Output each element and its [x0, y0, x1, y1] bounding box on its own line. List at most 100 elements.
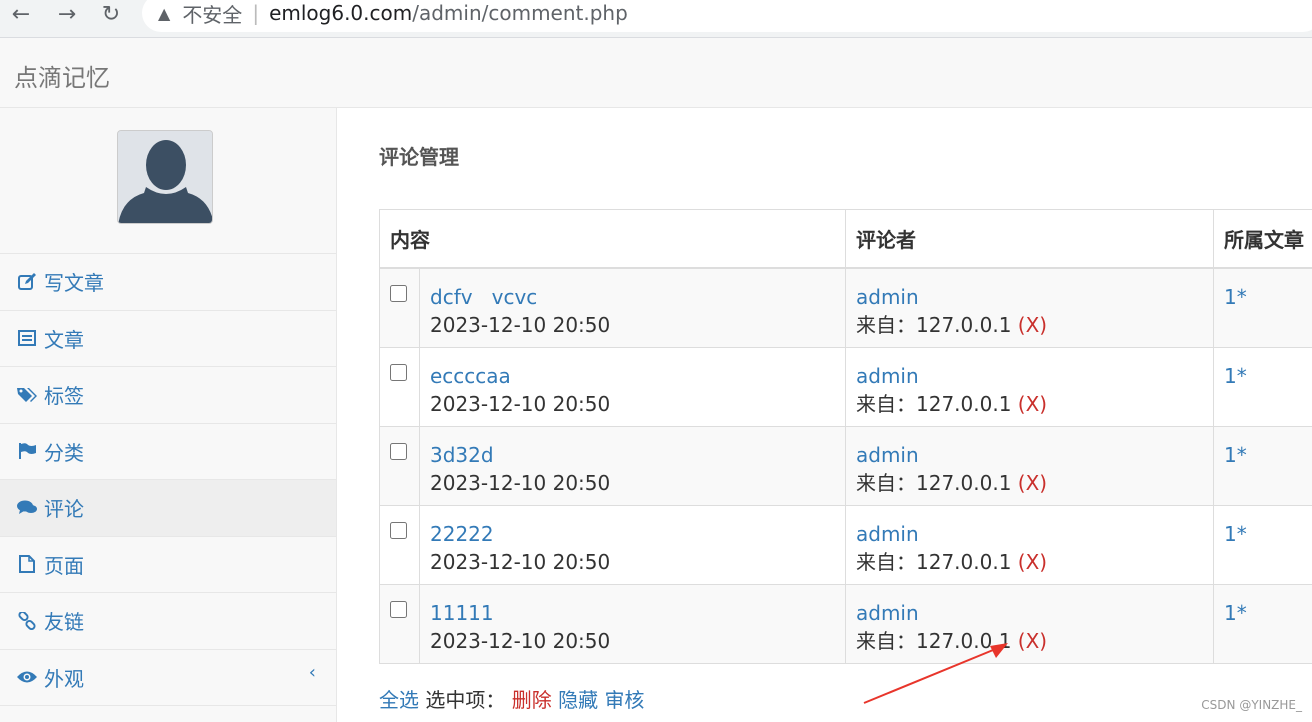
table-row: dcfv vcvc 2023-12-10 20:50 admin 来自：127.… [379, 267, 1312, 348]
table-row: 11111 2023-12-10 20:50 admin 来自：127.0.0.… [379, 584, 1312, 664]
author-link[interactable]: admin [856, 441, 1203, 469]
row-checkbox[interactable] [390, 601, 407, 618]
from-ip: 来自：127.0.0.1 [856, 313, 1018, 337]
sidebar-item-label: 写文章 [44, 271, 104, 296]
author-cell: admin 来自：127.0.0.1 (X) [845, 347, 1214, 427]
comment-date: 2023-12-10 20:50 [430, 629, 611, 653]
author-cell: admin 来自：127.0.0.1 (X) [845, 426, 1214, 506]
avatar[interactable] [117, 130, 213, 224]
comment-link[interactable]: eccccaa [430, 362, 835, 390]
tags-icon [16, 387, 38, 403]
from-ip: 来自：127.0.0.1 [856, 471, 1018, 495]
delete-ip-link[interactable]: (X) [1018, 392, 1047, 416]
table-header-row: 内容 评论者 所属文章 [379, 209, 1312, 269]
warning-icon: ▲ [158, 3, 171, 23]
from-ip: 来自：127.0.0.1 [856, 392, 1018, 416]
forward-arrow-icon[interactable]: → [52, 0, 82, 28]
author-link[interactable]: admin [856, 599, 1203, 627]
author-cell: admin 来自：127.0.0.1 (X) [845, 505, 1214, 585]
comment-date: 2023-12-10 20:50 [430, 392, 611, 416]
address-bar[interactable]: ▲ 不安全 | emlog6.0.com/admin/comment.php [142, 0, 1312, 32]
article-cell: 1* [1213, 505, 1312, 585]
main-content: 评论管理 内容 评论者 所属文章 dcfv vcvc 2023-12-10 20… [338, 108, 1312, 722]
annotation-arrow-icon [863, 643, 1008, 704]
site-brand[interactable]: 点滴记忆 [14, 58, 110, 93]
flag-icon [16, 443, 38, 460]
table-row: eccccaa 2023-12-10 20:50 admin 来自：127.0.… [379, 347, 1312, 427]
delete-ip-link[interactable]: (X) [1018, 313, 1047, 337]
insecure-label: 不安全 [182, 2, 243, 27]
approve-link[interactable]: 审核 [604, 688, 644, 712]
comments-table: 内容 评论者 所属文章 dcfv vcvc 2023-12-10 20:50 a… [379, 209, 1312, 664]
sidebar-item-label: 友链 [44, 610, 84, 635]
selected-label: 选中项： [425, 688, 506, 712]
sidebar-item-appearance[interactable]: 外观 ‹ [0, 650, 336, 706]
watermark: CSDN @YINZHE_ [1201, 698, 1302, 712]
delete-ip-link[interactable]: (X) [1018, 471, 1047, 495]
file-icon [16, 555, 38, 574]
article-cell: 1* [1213, 426, 1312, 506]
comment-date: 2023-12-10 20:50 [430, 471, 611, 495]
comment-link[interactable]: 11111 [430, 599, 835, 627]
content-cell: 22222 2023-12-10 20:50 [419, 505, 846, 585]
select-all-link[interactable]: 全选 [379, 688, 419, 712]
sidebar-item-label: 页面 [44, 553, 84, 578]
row-checkbox[interactable] [390, 285, 407, 302]
delete-ip-link[interactable]: (X) [1018, 550, 1047, 574]
comment-link[interactable]: 3d32d [430, 441, 835, 469]
author-link[interactable]: admin [856, 283, 1203, 311]
row-checkbox[interactable] [390, 443, 407, 460]
page-title: 评论管理 [379, 145, 459, 169]
author-link[interactable]: admin [856, 362, 1203, 390]
row-checkbox-cell [379, 347, 420, 427]
bulk-actions: 全选 选中项： 删除 隐藏 审核 [379, 684, 644, 713]
author-link[interactable]: admin [856, 520, 1203, 548]
browser-toolbar: ← → ↻ ▲ 不安全 | emlog6.0.com/admin/comment… [0, 0, 1312, 38]
header-article: 所属文章 [1213, 209, 1312, 269]
row-checkbox-cell [379, 505, 420, 585]
sidebar-item-write[interactable]: 写文章 [0, 254, 336, 311]
reload-icon[interactable]: ↻ [96, 0, 126, 28]
article-cell: 1* [1213, 584, 1312, 664]
comment-date: 2023-12-10 20:50 [430, 313, 611, 337]
article-link[interactable]: 1* [1224, 520, 1308, 548]
article-link[interactable]: 1* [1224, 283, 1308, 311]
content-cell: dcfv vcvc 2023-12-10 20:50 [419, 267, 846, 348]
sidebar-item-pages[interactable]: 页面 [0, 537, 336, 593]
header-author: 评论者 [845, 209, 1214, 269]
table-row: 22222 2023-12-10 20:50 admin 来自：127.0.0.… [379, 505, 1312, 585]
edit-icon [16, 272, 38, 291]
back-arrow-icon[interactable]: ← [6, 0, 36, 28]
chevron-left-icon[interactable]: ‹ [309, 662, 316, 683]
comment-date: 2023-12-10 20:50 [430, 550, 611, 574]
article-link[interactable]: 1* [1224, 599, 1308, 627]
sidebar-item-links[interactable]: 友链 [0, 593, 336, 650]
hide-link[interactable]: 隐藏 [558, 688, 598, 712]
content-cell: 3d32d 2023-12-10 20:50 [419, 426, 846, 506]
sidebar-item-label: 标签 [44, 384, 84, 409]
sidebar-item-articles[interactable]: 文章 [0, 311, 336, 367]
sidebar-item-comments[interactable]: 评论 [0, 480, 336, 537]
sidebar: 写文章 文章 标签 分类 评论 页面 友链 外观 ‹ [0, 108, 337, 722]
sidebar-item-label: 评论 [44, 497, 84, 522]
comment-link[interactable]: dcfv vcvc [430, 283, 835, 311]
article-cell: 1* [1213, 347, 1312, 427]
article-cell: 1* [1213, 267, 1312, 348]
row-checkbox[interactable] [390, 522, 407, 539]
sidebar-item-label: 外观 [44, 666, 84, 691]
article-link[interactable]: 1* [1224, 362, 1308, 390]
delete-ip-link[interactable]: (X) [1018, 629, 1047, 653]
delete-link[interactable]: 删除 [512, 688, 552, 712]
app-header: 点滴记忆 [0, 38, 1312, 108]
comment-link[interactable]: 22222 [430, 520, 835, 548]
row-checkbox-cell [379, 267, 420, 348]
header-content: 内容 [379, 209, 846, 269]
avatar-area [0, 108, 336, 254]
sidebar-item-categories[interactable]: 分类 [0, 424, 336, 480]
row-checkbox[interactable] [390, 364, 407, 381]
user-silhouette-icon [118, 131, 212, 223]
article-link[interactable]: 1* [1224, 441, 1308, 469]
sidebar-item-tags[interactable]: 标签 [0, 367, 336, 424]
list-icon [16, 330, 38, 347]
url-host: emlog6.0.com [269, 1, 413, 25]
